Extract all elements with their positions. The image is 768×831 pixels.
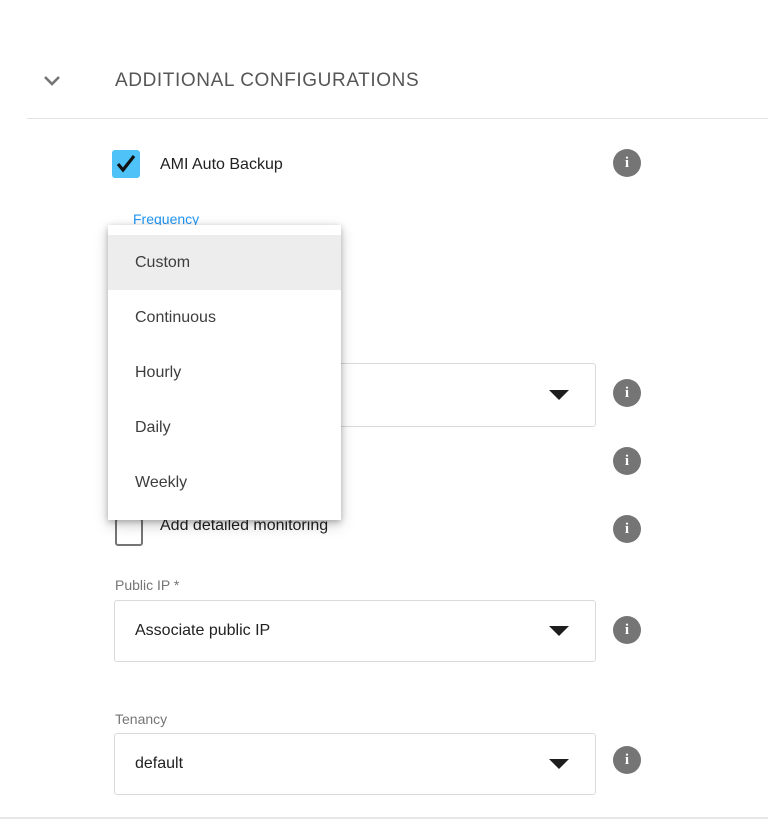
public-ip-select-value: Associate public IP <box>135 622 270 640</box>
ami-auto-backup-checkbox[interactable] <box>112 150 140 178</box>
info-icon-public-ip[interactable]: i <box>613 616 641 644</box>
menu-item-custom[interactable]: Custom <box>108 235 341 290</box>
checkmark-icon <box>115 154 137 174</box>
dropdown-caret-icon <box>549 390 569 400</box>
menu-item-daily[interactable]: Daily <box>108 400 341 455</box>
info-icon-detailed-monitoring[interactable]: i <box>613 515 641 543</box>
section-divider <box>27 118 768 119</box>
info-icon-frequency[interactable]: i <box>613 379 641 407</box>
ami-auto-backup-label: AMI Auto Backup <box>160 156 283 174</box>
tenancy-select-value: default <box>135 755 183 773</box>
info-icon-ami-backup[interactable]: i <box>613 149 641 177</box>
public-ip-select[interactable]: Associate public IP <box>114 600 596 662</box>
section-title: ADDITIONAL CONFIGURATIONS <box>115 70 419 92</box>
dropdown-caret-icon <box>549 626 569 636</box>
menu-item-hourly[interactable]: Hourly <box>108 345 341 400</box>
public-ip-label: Public IP * <box>115 577 179 593</box>
tenancy-label: Tenancy <box>115 711 167 727</box>
dropdown-caret-icon <box>549 759 569 769</box>
detailed-monitoring-checkbox[interactable] <box>115 518 143 546</box>
menu-item-continuous[interactable]: Continuous <box>108 290 341 345</box>
bottom-divider <box>0 817 768 819</box>
info-icon-tenancy[interactable]: i <box>613 746 641 774</box>
menu-item-weekly[interactable]: Weekly <box>108 455 341 510</box>
frequency-dropdown-menu: Custom Continuous Hourly Daily Weekly <box>108 225 341 520</box>
tenancy-select[interactable]: default <box>114 733 596 795</box>
chevron-down-icon[interactable] <box>40 68 64 92</box>
info-icon-hidden-row[interactable]: i <box>613 447 641 475</box>
